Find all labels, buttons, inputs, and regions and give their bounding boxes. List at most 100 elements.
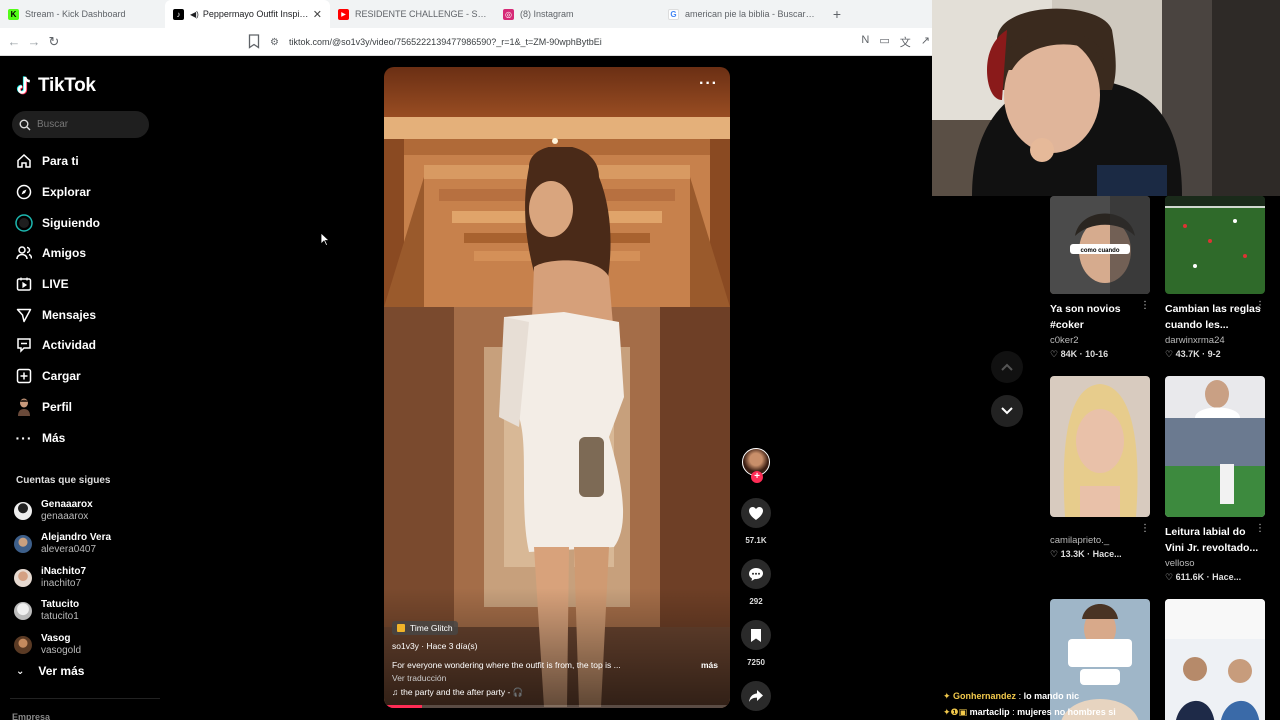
next-video-button[interactable]: [991, 395, 1023, 427]
nav-item-mensajes[interactable]: Mensajes: [14, 299, 164, 330]
reload-icon[interactable]: ↻: [44, 34, 64, 50]
card-stats: ♡ 13.3K · Hace...: [1050, 549, 1122, 559]
search-placeholder: Buscar: [37, 119, 69, 130]
account-username: inachito7: [41, 577, 82, 589]
account-name: Alejandro Vera: [41, 532, 112, 544]
following-account[interactable]: Genaaarox genaaarox: [14, 494, 164, 528]
nav-item-live[interactable]: LIVE: [14, 269, 164, 300]
following-account[interactable]: Alejandro Vera alevera0407: [14, 528, 164, 562]
live-icon: [14, 274, 34, 294]
comment-icon[interactable]: [741, 559, 771, 589]
browser-tab[interactable]: ◎ (8) Instagram: [495, 0, 660, 28]
new-tab-button[interactable]: +: [825, 0, 849, 28]
card-author[interactable]: camilaprieto._: [1050, 535, 1152, 546]
nav-item-cargar[interactable]: Cargar: [14, 361, 164, 392]
tiktok-favicon-icon: ♪: [173, 8, 184, 20]
more-options-icon[interactable]: ⋮: [1140, 523, 1150, 534]
see-more-button[interactable]: ⌄ Ver más: [16, 664, 84, 678]
divider: [10, 698, 160, 699]
comment-count: 292: [749, 597, 763, 606]
follow-plus-icon[interactable]: +: [751, 471, 763, 483]
bookmark-icon[interactable]: [248, 34, 260, 49]
streamer-webcam: [932, 0, 1280, 196]
nav-label: Siguiendo: [42, 215, 100, 230]
nav-item-actividad[interactable]: Actividad: [14, 330, 164, 361]
video-card[interactable]: como cuando ⋮ Ya son novios #coker c0ker2…: [1050, 196, 1152, 360]
card-author[interactable]: darwinxrma24: [1165, 335, 1267, 346]
account-name: Vasog: [41, 632, 71, 644]
card-title: Cambian las reglas cuando les...: [1165, 301, 1267, 333]
browser-tab[interactable]: ▶ RESIDENTE CHALLENGE - SUPER JON: [330, 0, 495, 28]
account-username: tatucito1: [41, 611, 79, 623]
comment-action[interactable]: 292: [738, 559, 774, 606]
address-bar[interactable]: ⚙ tiktok.com/@so1v3y/video/7565222139477…: [270, 32, 850, 52]
browser-toolbar: ← → ↻ ⚙ tiktok.com/@so1v3y/video/7565222…: [0, 28, 932, 56]
nav-label: LIVE: [42, 277, 69, 292]
following-icon: [14, 213, 34, 233]
sidebar: TikTok Buscar Para ti Explorar Siguiendo…: [0, 57, 170, 720]
site-info-icon[interactable]: ⚙: [270, 37, 279, 48]
like-action[interactable]: 57.1K: [738, 498, 774, 545]
search-input[interactable]: Buscar: [12, 111, 149, 138]
close-tab-icon[interactable]: ✕: [313, 8, 322, 21]
more-options-icon[interactable]: ⋮: [1140, 300, 1150, 311]
nav-item-amigos[interactable]: Amigos: [14, 238, 164, 269]
tab-title: Peppermayo Outfit Inspiratio: [202, 9, 309, 19]
avatar: [14, 535, 32, 554]
avatar: [14, 635, 32, 654]
video-card[interactable]: ⋮ camilaprieto._ ♡ 13.3K · Hace...: [1050, 376, 1152, 560]
more-options-icon[interactable]: ⋮: [1255, 300, 1265, 311]
chevron-down-icon: ⌄: [16, 665, 25, 677]
audio-playing-icon: ◀): [190, 9, 199, 19]
share-action[interactable]: 2429: [738, 681, 774, 720]
nav-label: Actividad: [42, 338, 97, 353]
back-icon[interactable]: ←: [4, 34, 24, 49]
creator-avatar[interactable]: +: [742, 448, 770, 483]
nav-item-explorar[interactable]: Explorar: [14, 177, 164, 208]
video-player[interactable]: ··· Time Glitch so1v3y · Hace 3 día(s) F…: [384, 67, 730, 708]
tiktok-logo[interactable]: TikTok: [16, 75, 96, 97]
card-author[interactable]: c0ker2: [1050, 335, 1152, 346]
previous-video-button[interactable]: [991, 351, 1023, 383]
heart-icon[interactable]: [741, 498, 771, 528]
forward-icon[interactable]: →: [24, 34, 44, 49]
tab-title: RESIDENTE CHALLENGE - SUPER JON: [355, 9, 487, 19]
nav-item-siguiendo[interactable]: Siguiendo: [14, 207, 164, 238]
nav-label: Explorar: [42, 185, 91, 200]
following-account[interactable]: Vasog vasogold: [14, 628, 164, 662]
video-progress-bar[interactable]: [384, 705, 730, 708]
video-card[interactable]: ⋮ Cambian las reglas cuando les... darwin…: [1165, 196, 1267, 360]
card-title: Ya son novios #coker: [1050, 301, 1152, 333]
effect-badge[interactable]: Time Glitch: [392, 621, 458, 635]
nav-item-perfil[interactable]: Perfil: [14, 392, 164, 423]
following-account[interactable]: Tatucito tatucito1: [14, 595, 164, 629]
browser-tab[interactable]: K Stream - Kick Dashboard: [0, 0, 165, 28]
avatar: [14, 501, 32, 520]
more-options-icon[interactable]: ⋮: [1255, 523, 1265, 534]
video-card[interactable]: ⋮ Leitura labial do Vini Jr. revoltado...…: [1165, 376, 1267, 583]
nav-item-para-ti[interactable]: Para ti: [14, 146, 164, 177]
nav-label: Más: [42, 430, 66, 445]
nav-label: Perfil: [42, 399, 73, 414]
cast-icon[interactable]: ▭: [879, 34, 889, 50]
expand-description-link[interactable]: más: [701, 660, 718, 670]
card-title-line: Leitura labial do: [1165, 526, 1246, 538]
more-options-icon[interactable]: ···: [699, 75, 718, 93]
card-author[interactable]: velloso: [1165, 558, 1267, 569]
video-author-line[interactable]: so1v3y · Hace 3 día(s): [392, 641, 722, 651]
extension-icon[interactable]: ↗: [921, 34, 930, 50]
translate-icon[interactable]: 文: [900, 34, 911, 50]
footer-link-empresa[interactable]: Empresa: [12, 712, 50, 720]
following-account[interactable]: iNachito7 inachito7: [14, 561, 164, 595]
browser-tab-active[interactable]: ♪ ◀) Peppermayo Outfit Inspiratio ✕: [165, 0, 330, 28]
translate-link[interactable]: Ver traducción: [392, 673, 722, 683]
video-card[interactable]: [1165, 599, 1267, 720]
nav-item-mas[interactable]: ··· Más: [14, 422, 164, 453]
sound-link[interactable]: ♫ the party and the after party - 🎧: [392, 687, 722, 698]
extension-icon[interactable]: N: [861, 34, 869, 50]
save-action[interactable]: 7250: [738, 620, 774, 667]
bookmark-icon[interactable]: [741, 620, 771, 650]
share-icon[interactable]: [741, 681, 771, 711]
browser-tab[interactable]: G american pie la biblia - Buscar con G: [660, 0, 825, 28]
chat-message: ✦ Gonhernandez : lo mando nic: [943, 691, 1080, 701]
